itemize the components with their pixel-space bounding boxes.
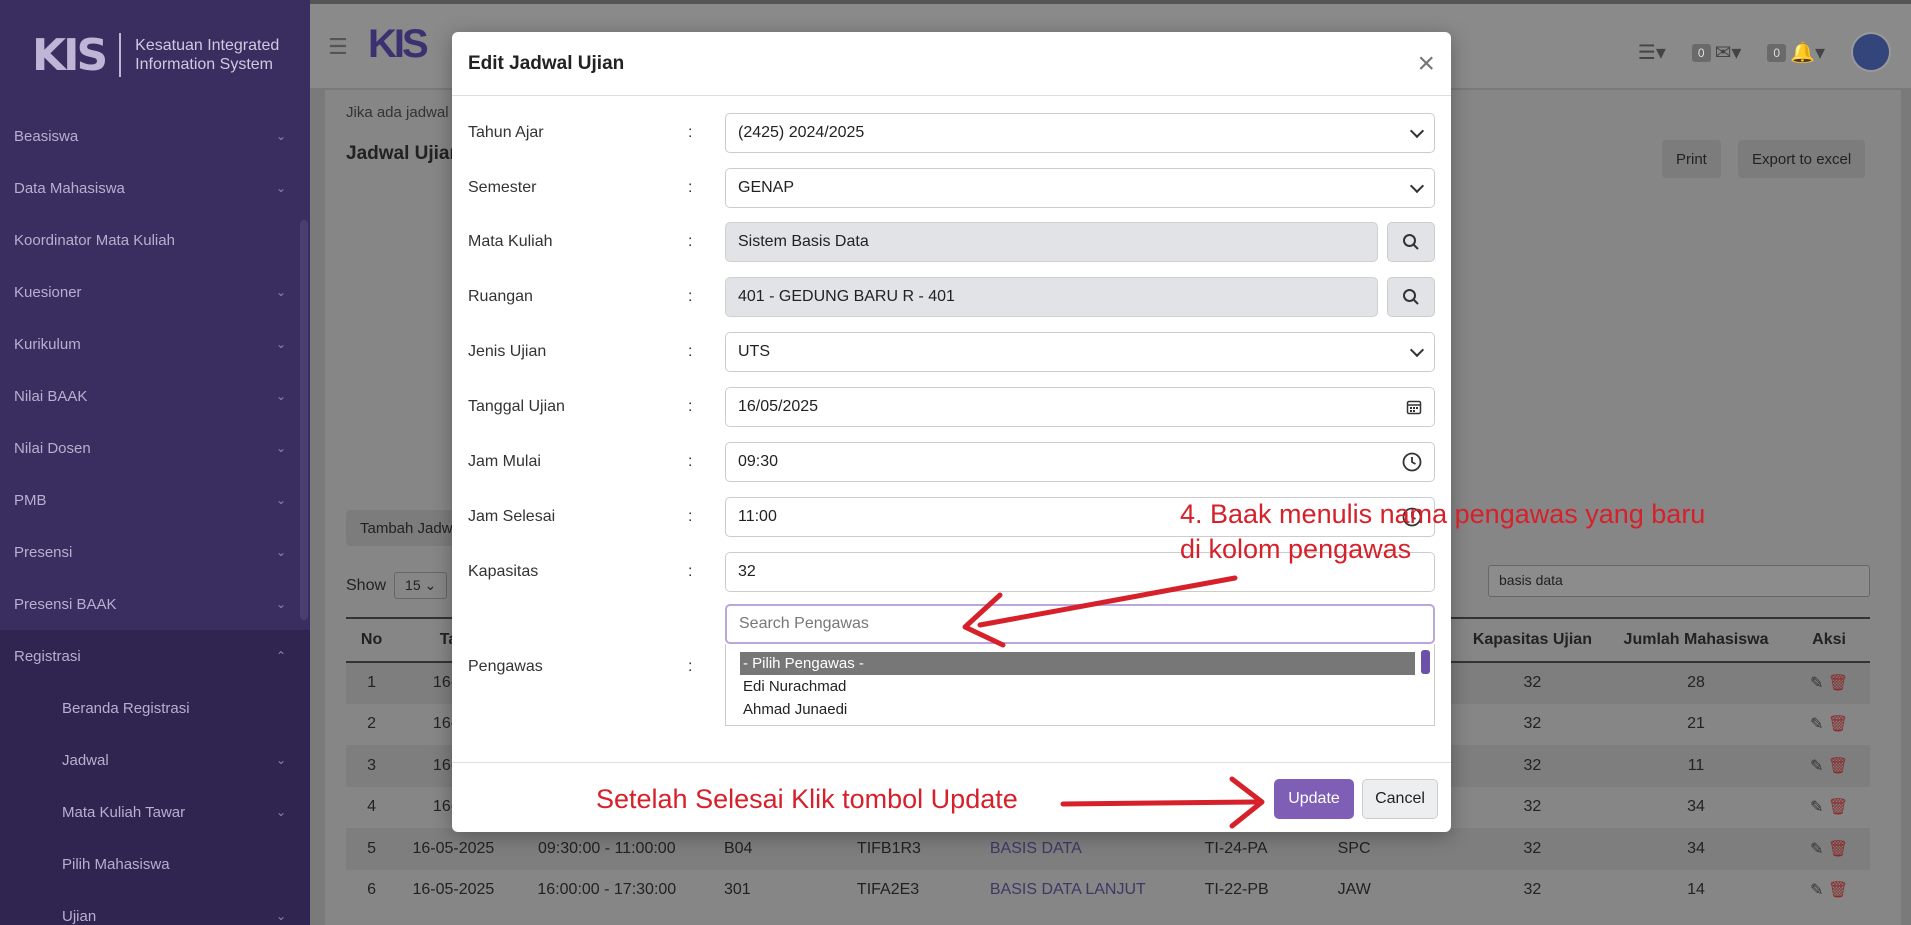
arrow-to-update <box>1060 776 1265 829</box>
annotation-arrows <box>962 575 1265 829</box>
arrow-to-pengawas <box>962 575 1238 648</box>
